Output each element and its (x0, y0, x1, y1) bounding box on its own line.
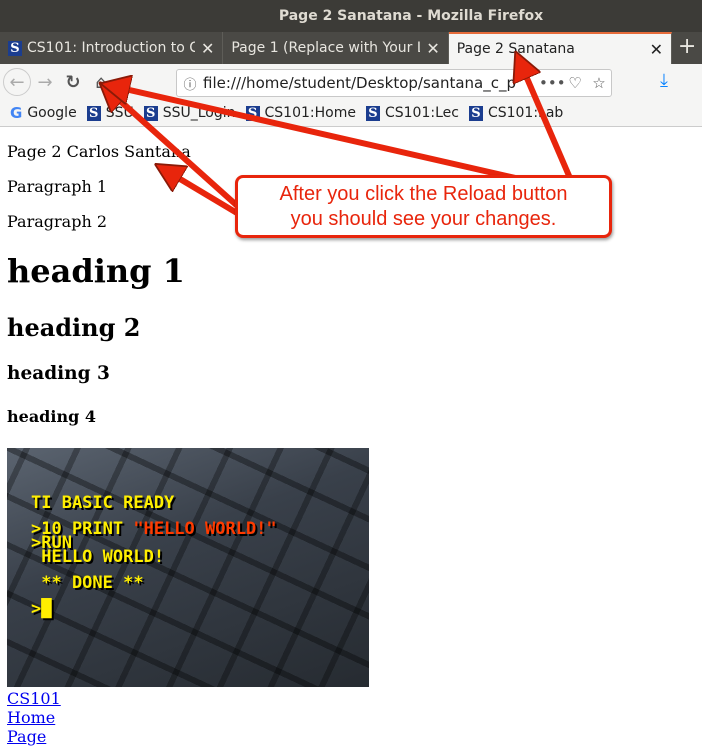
annotation-arrows (0, 0, 591, 231)
arrow-to-tab (520, 62, 579, 194)
annotation-line-1: After you click the Reload button (279, 183, 568, 205)
annotation-line-2: you should see your changes. (290, 208, 557, 230)
annotation-callout: After you click the Reload button you sh… (235, 175, 612, 238)
